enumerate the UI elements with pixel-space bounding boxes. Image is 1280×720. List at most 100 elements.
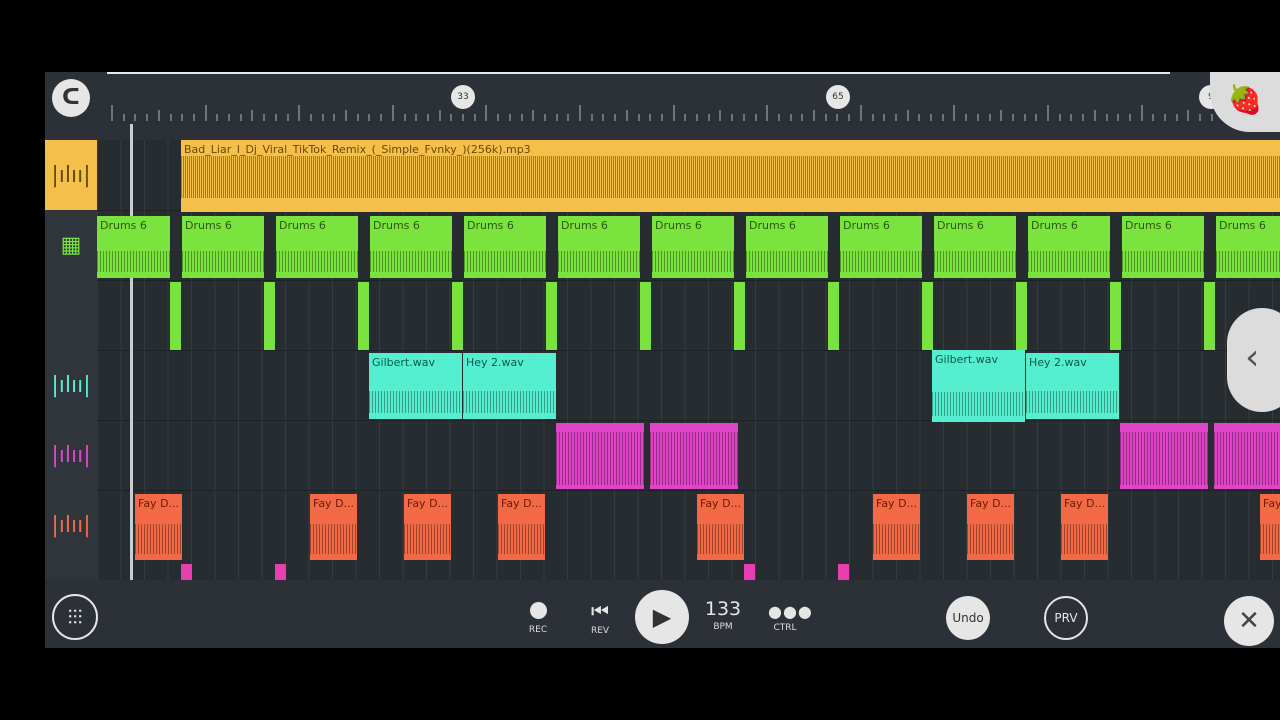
- ruler-tick: [719, 110, 722, 121]
- clip-label: Fay D...: [501, 497, 543, 510]
- clip-label: Drums 6: [749, 219, 796, 232]
- drums-pattern-clip[interactable]: Drums 6: [97, 216, 170, 278]
- stab-clip[interactable]: [1016, 282, 1027, 350]
- fruit-icon[interactable]: 🍓: [1210, 72, 1280, 132]
- ruler-tick: [789, 114, 792, 121]
- ruler-tick: [368, 114, 371, 121]
- ruler-tick: [228, 114, 230, 121]
- drums-pattern-clip[interactable]: Drums 6: [1216, 216, 1280, 278]
- ruler-tick: [251, 110, 254, 121]
- clip-waveform: [135, 524, 182, 554]
- stab-clip[interactable]: [828, 282, 839, 350]
- bpm-display[interactable]: 133 BPM: [703, 598, 743, 632]
- drums-pattern-clip[interactable]: Drums 6: [182, 216, 264, 278]
- waveform-icon[interactable]: |ılıı|: [45, 490, 97, 560]
- clip-label: Drums 6: [100, 219, 147, 232]
- ruler-tick: [1199, 114, 1202, 121]
- ruler-tick: [415, 114, 418, 121]
- record-button[interactable]: REC: [523, 602, 553, 635]
- ruler-tick: [742, 114, 745, 121]
- stab-clip[interactable]: [1110, 282, 1121, 350]
- fay-clip[interactable]: Fay D...: [873, 494, 920, 560]
- pink-audio-clip[interactable]: [1214, 423, 1280, 489]
- fay-clip[interactable]: Fay D...: [310, 494, 357, 560]
- gilbert-clip[interactable]: Gilbert.wav: [369, 353, 462, 419]
- fay-clip[interactable]: Fay D...: [967, 494, 1014, 560]
- drums-pattern-clip[interactable]: Drums 6: [652, 216, 734, 278]
- playhead[interactable]: [130, 124, 133, 588]
- drums-pattern-clip[interactable]: Drums 6: [840, 216, 922, 278]
- fay-clip[interactable]: Fay D...: [135, 494, 182, 560]
- fay-clip[interactable]: Fay D...: [404, 494, 451, 560]
- ruler-tick: [298, 105, 301, 121]
- clip-label: Drums 6: [279, 219, 326, 232]
- stab-clip[interactable]: [452, 282, 463, 350]
- ruler-tick: [543, 114, 546, 121]
- more-icon: ●●●: [768, 602, 813, 621]
- rec-label: REC: [528, 625, 548, 635]
- hey-clip[interactable]: Hey 2.wav: [463, 353, 556, 419]
- empty-track-header[interactable]: [45, 280, 97, 350]
- ruler-tick: [930, 114, 932, 121]
- play-button[interactable]: ▶: [635, 590, 689, 644]
- fay-clip[interactable]: Fay D...: [1061, 494, 1108, 560]
- pink-audio-clip[interactable]: [1120, 423, 1208, 489]
- timeline-ruler[interactable]: 33 65 9 ᑕ 🍓: [45, 72, 1280, 132]
- clip-waveform: [840, 250, 922, 272]
- ctrl-label: CTRL: [773, 623, 797, 633]
- song-position-bar[interactable]: [107, 72, 1170, 74]
- drums-pattern-clip[interactable]: Drums 6: [746, 216, 828, 278]
- pink-audio-clip[interactable]: [650, 423, 738, 489]
- stab-clip[interactable]: [170, 282, 181, 350]
- clip-label: Drums 6: [373, 219, 420, 232]
- drums-pattern-clip[interactable]: Drums 6: [934, 216, 1016, 278]
- fay-clip[interactable]: Fay D...: [1260, 494, 1280, 560]
- undo-button[interactable]: Undo: [946, 596, 990, 640]
- drums-pattern-clip[interactable]: Drums 6: [1122, 216, 1204, 278]
- pattern-icon[interactable]: ▦: [45, 210, 97, 280]
- drums-pattern-clip[interactable]: Drums 6: [464, 216, 546, 278]
- ctrl-button[interactable]: ●●● CTRL: [768, 602, 812, 634]
- waveform-icon[interactable]: |ılıı|: [45, 350, 97, 420]
- ruler-tick: [707, 114, 710, 121]
- drums-pattern-clip[interactable]: Drums 6: [370, 216, 452, 278]
- ruler-tick: [614, 114, 617, 121]
- lane-divider: [97, 350, 1280, 351]
- ruler-tick: [146, 114, 149, 121]
- pink-audio-clip[interactable]: [556, 423, 644, 489]
- clip-label: Fay D...: [876, 497, 918, 510]
- logo-icon[interactable]: ᑕ: [52, 79, 90, 117]
- clip-waveform: [464, 250, 546, 272]
- mixer-icon[interactable]: ⫶⫶⫶: [52, 594, 98, 640]
- audio-clip-main[interactable]: Bad_Liar_I_Dj_Viral_TikTok_Remix_(_Simpl…: [181, 140, 1280, 212]
- waveform-icon[interactable]: |ılıı|: [45, 420, 97, 490]
- fay-clip[interactable]: Fay D...: [697, 494, 744, 560]
- reverse-button[interactable]: ⏮ REV: [585, 601, 615, 640]
- waveform-icon[interactable]: |ılıı|: [45, 140, 97, 210]
- ruler-tick: [497, 114, 500, 121]
- drums-pattern-clip[interactable]: Drums 6: [276, 216, 358, 278]
- stab-clip[interactable]: [546, 282, 557, 350]
- chevron-left-icon[interactable]: ‹: [1227, 308, 1280, 412]
- bar-marker-33[interactable]: 33: [451, 85, 475, 109]
- fay-clip[interactable]: Fay D...: [498, 494, 545, 560]
- stab-clip[interactable]: [640, 282, 651, 350]
- stab-clip[interactable]: [358, 282, 369, 350]
- ruler-tick: [590, 114, 593, 121]
- stab-clip[interactable]: [922, 282, 933, 350]
- clip-label: Fay D...: [970, 497, 1012, 510]
- stab-clip[interactable]: [264, 282, 275, 350]
- drums-pattern-clip[interactable]: Drums 6: [1028, 216, 1110, 278]
- clip-label: Hey 2.wav: [1029, 356, 1087, 369]
- close-icon[interactable]: ✕: [1224, 596, 1274, 646]
- preview-button[interactable]: PRV: [1044, 596, 1088, 640]
- bar-marker-65[interactable]: 65: [826, 85, 850, 109]
- gilbert-clip[interactable]: Gilbert.wav: [932, 350, 1025, 422]
- ruler-tick: [1070, 114, 1073, 121]
- stab-clip[interactable]: [734, 282, 745, 350]
- stab-clip[interactable]: [1204, 282, 1215, 350]
- drums-pattern-clip[interactable]: Drums 6: [558, 216, 640, 278]
- hey-clip[interactable]: Hey 2.wav: [1026, 353, 1119, 419]
- playlist-window: 33 65 9 ᑕ 🍓 |ılıı| ▦ |ılıı| |ılıı| |ılıı…: [45, 72, 1280, 648]
- ruler-tick: [859, 105, 862, 121]
